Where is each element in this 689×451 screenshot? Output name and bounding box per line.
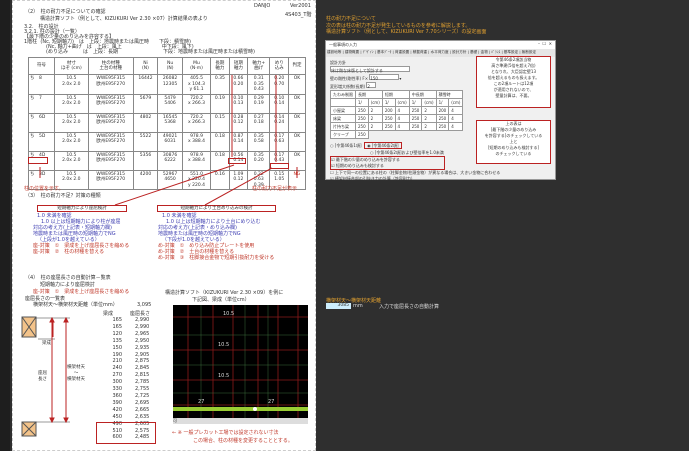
cross-box-bottom	[21, 421, 37, 437]
table-header: 中長期	[408, 90, 437, 99]
table-header: (cm)	[394, 98, 410, 107]
table-cell	[330, 98, 356, 107]
checkbox-pullout[interactable]: 横架材接合部の引抜き力の計算（許容耐力）	[335, 176, 415, 181]
cross-box-top	[21, 316, 37, 338]
cad-screenshot[interactable]: 10.5 10.5 10.5 27 27	[173, 305, 308, 418]
table-cell[interactable]: 250	[355, 114, 369, 123]
table-cell[interactable]: 4	[448, 106, 464, 115]
table-cell[interactable]: 4	[394, 122, 410, 131]
table-row: たわみ制限 長期 短期 中長期 積雪時	[330, 90, 464, 99]
note-line: のチェックしている	[495, 151, 532, 156]
table-header: (cm)	[421, 98, 437, 107]
cad-grid	[173, 305, 308, 418]
wall-rigidity-select[interactable]: 150	[369, 74, 400, 81]
table-header: 1/	[408, 98, 423, 107]
table-cell[interactable]: 200	[381, 106, 396, 115]
checkbox-allow-embed[interactable]: 最下階の少量のめり込みを許容する	[336, 157, 400, 162]
deformation-input[interactable]: 2	[366, 82, 377, 89]
radio-46-1[interactable]: [令第46条1項]	[335, 143, 362, 148]
table-cell[interactable]: 4	[394, 114, 410, 123]
diag-between: 横架材天 ～ 横架材天	[67, 365, 85, 382]
dimension-arrows	[49, 316, 69, 424]
table-header: 積雪時	[435, 90, 464, 99]
table-cell[interactable]: 250	[408, 106, 423, 115]
deformation-label: 変形増大係数(長期)	[330, 84, 366, 89]
table-header: (cm)	[448, 98, 464, 107]
table-cell[interactable]: 250	[355, 106, 369, 115]
calc-input[interactable]: 3085	[326, 303, 351, 309]
table-row: 床梁 250 2 250 4 250 2 250 4	[330, 114, 464, 123]
table-cell: 床梁	[330, 114, 356, 123]
table-cell[interactable]: 2	[367, 114, 383, 123]
wall-rigidity-label: 壁の剛性(剛性率) F×	[330, 76, 369, 81]
table-cell[interactable]: 2	[367, 106, 383, 115]
table-cell[interactable]: 250	[435, 114, 450, 123]
cad-foot2: この場合、柱の材種を変更することとする。	[193, 438, 293, 444]
table-cell: 片持ち梁	[330, 122, 356, 131]
table-cell[interactable]: 2	[421, 114, 437, 123]
table-cell[interactable]: 250	[408, 122, 423, 131]
table-cell[interactable]: 250	[381, 114, 396, 123]
table-cell[interactable]: 4	[448, 114, 464, 123]
intro-line: 構造計算ソフト（例として、KIZUKURI Ver 7.70シリーズ）の設定画面	[326, 29, 487, 35]
table-cell[interactable]: 4	[394, 106, 410, 115]
table-header: 1/	[355, 98, 369, 107]
cad-scrollbar[interactable]: 可	[173, 418, 308, 424]
table-cell[interactable]: 200	[435, 106, 450, 115]
table-header: 短期	[381, 90, 410, 99]
table-cell[interactable]: 4	[448, 122, 464, 131]
cad-label: 27	[198, 399, 205, 405]
calc-unit: mm	[353, 303, 363, 309]
table-cell[interactable]: 2	[367, 122, 383, 131]
dialog-title: 一般事項の入力	[329, 42, 357, 47]
cad-title: 構造計算ソフト（KIZUKURI Ver 2.30 ×09）を例に	[165, 290, 284, 296]
cad-label: 27	[268, 399, 275, 405]
checkbox-hardware[interactable]: 上下で同一の位置にある柱の（柱脚金物/柱頭金物）が異なる場合は、大きい金物に合わ…	[335, 170, 500, 175]
cad-tab[interactable]: 可	[173, 418, 177, 423]
table-cell[interactable]: 2	[421, 106, 437, 115]
checkbox-short-embed[interactable]: 短期のめり込みも検討する	[336, 163, 384, 168]
dialog-titlebar: 一般事項の入力 – ☐ ✕	[326, 41, 555, 49]
table-row: 小屋梁 250 2 200 4 250 2 200 4	[330, 106, 464, 115]
diag-beam: 梁成	[42, 341, 51, 346]
radio-46-2[interactable]: [令第46条2項]	[372, 143, 399, 148]
table-row: 片持ち梁 250 2 250 4 250 2 250 4	[330, 122, 464, 131]
deflection-table: たわみ制限 長期 短期 中長期 積雪時 1/(cm) 1/(cm) 1/(cm) 1/(cm) 小…	[330, 90, 464, 139]
table-row: 1/(cm) 1/(cm) 1/(cm) 1/(cm)	[330, 98, 464, 107]
table-header: (cm)	[367, 98, 383, 107]
calc-note: 入力で座屈長さの自動計算	[379, 304, 440, 310]
table-cell: クリープ	[330, 130, 356, 139]
note-box-46-2: 令第46条2項該当物 高さ準建(5倍を超え7倍) となりれ、大臣認定壁13 倍を超える…	[476, 56, 551, 108]
table-header: 1/	[381, 98, 396, 107]
note-line: 壁量計算は、不要。	[495, 93, 532, 98]
diag-buckle: 座屈 長さ	[38, 371, 47, 382]
cad-subtitle: 下記図、梁成（単位cm）	[192, 297, 250, 303]
radio-46-2b[interactable]: [令第46条2項]および壁倍率を1.0未満	[375, 150, 444, 155]
window-controls[interactable]: – ☐ ✕	[538, 41, 552, 46]
table-header: たわみ制限	[330, 90, 356, 99]
cad-label: 10.5	[218, 373, 230, 379]
note-box-checks: 上の表は [最下階の少量のめり込み を許容する]のチェックしている 上と [短期のめり込…	[476, 120, 551, 164]
table-cell[interactable]: 250	[435, 122, 450, 131]
table-cell[interactable]: 250	[355, 130, 369, 139]
cad-label: 10.5	[218, 342, 230, 348]
table-header: 長期	[355, 90, 383, 99]
cad-label: 10.5	[223, 311, 235, 317]
table-cell[interactable]: 250	[355, 122, 369, 131]
table-header: 1/	[435, 98, 450, 107]
table-cell: 小屋梁	[330, 106, 356, 115]
table-cell[interactable]: 250	[408, 114, 423, 123]
cad-foot1: ← ※ 一般プレカット工場では設定されない寸法	[172, 430, 279, 436]
table-row: クリープ 250	[330, 130, 463, 139]
floor-rigid-field[interactable]: 床は剛な床版として設計する	[330, 66, 410, 73]
right-intro: 柱の耐力不足について 次の表は柱の耐力不足が発生しているものを参考に解説します。…	[326, 16, 486, 36]
table-cell[interactable]: 250	[381, 122, 396, 131]
table-cell[interactable]: 2	[421, 122, 437, 131]
